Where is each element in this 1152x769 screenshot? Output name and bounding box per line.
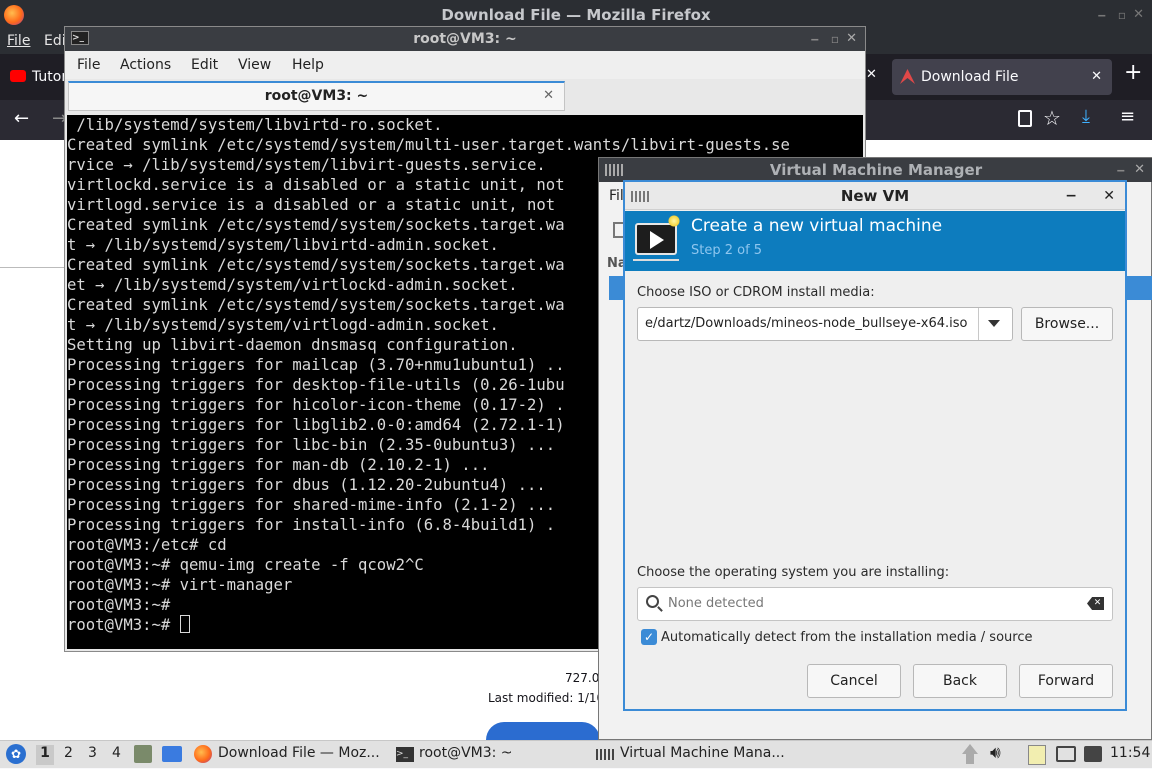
browse-button[interactable]: Browse... [1021,307,1113,341]
minimize-icon[interactable]: − [1065,182,1077,210]
file-size-text: 727.0 [565,671,600,685]
workspace-3[interactable]: 3 [88,745,97,761]
terminal-tab[interactable]: root@VM3: ~ ✕ [68,81,565,111]
back-button[interactable]: Back [913,664,1007,698]
workspace-4[interactable]: 4 [112,745,121,761]
tab-download-file[interactable]: Download File ✕ [892,59,1112,95]
new-vm-header: Create a new virtual machine Step 2 of 5 [625,211,1125,271]
clipboard-icon[interactable] [1028,745,1046,765]
vmm-app-icon [631,191,649,202]
task-label: Virtual Machine Mana... [620,745,785,761]
vmm-app-icon [596,749,616,760]
downloads-icon[interactable]: ⤓ [1082,106,1090,127]
menu-view[interactable]: View [238,57,271,73]
workspace-1[interactable]: 1 [36,745,54,765]
back-arrow-icon[interactable]: ← [14,108,29,129]
chevron-down-icon[interactable] [988,320,1000,327]
cancel-button[interactable]: Cancel [807,664,901,698]
tab-label: Download File [921,69,1019,85]
forward-button[interactable]: Forward [1019,664,1113,698]
terminal-tab-label: root@VM3: ~ [264,88,369,104]
firefox-logo-icon [194,745,212,763]
menu-edit[interactable]: Edit [191,57,218,73]
task-terminal[interactable]: >_ root@VM3: ~ [392,741,588,769]
terminal-menubar: File Actions Edit View Help [65,51,865,79]
sparkle-icon [668,215,680,227]
vmm-window-title: Virtual Machine Manager [769,161,983,179]
last-modified-text: Last modified: 1/10 [488,691,605,705]
new-tab-icon[interactable]: + [1124,60,1142,85]
tab-tutorial[interactable]: Tutor [6,59,68,95]
minimize-icon[interactable]: ‒ [1117,158,1125,182]
tab-close-icon[interactable]: ✕ [1091,59,1102,95]
install-media-path-input[interactable]: e/dartz/Downloads/mineos-node_bullseye-x… [645,316,975,331]
os-label: Choose the operating system you are inst… [637,565,950,580]
new-vm-title: New VM [840,187,910,205]
close-icon[interactable]: ✕ [1134,158,1145,182]
tab-label: Tutor [32,69,68,85]
terminal-cursor [179,615,190,633]
menu-actions[interactable]: Actions [120,57,171,73]
close-icon[interactable]: ✕ [1103,182,1115,210]
page-favicon-icon [900,69,915,84]
menu-edit[interactable]: Edi [44,33,66,49]
install-media-combobox[interactable]: e/dartz/Downloads/mineos-node_bullseye-x… [637,307,1013,341]
task-label: Download File — Moz... [218,745,380,761]
os-search-field[interactable]: None detected ✕ [637,587,1113,621]
volume-icon[interactable]: 🔊︎ [990,743,1001,763]
divider [0,267,64,268]
clock[interactable]: 11:54 [1110,745,1150,761]
vmm-titlebar: Virtual Machine Manager ‒ ✕ [599,158,1152,182]
close-icon[interactable]: ✕ [846,27,857,51]
youtube-icon [10,70,26,82]
task-label: root@VM3: ~ [419,745,513,761]
firefox-window-title: Download File — Mozilla Firefox [441,6,711,24]
bookmark-star-icon[interactable]: ☆ [1043,106,1061,130]
minimize-icon[interactable]: ‒ [1098,0,1106,30]
update-icon[interactable] [962,744,978,764]
taskbar: ✿ 1 2 3 4 Download File — Moz... >_ root… [0,740,1152,768]
vmm-app-icon [605,164,623,176]
os-search-placeholder: None detected [668,596,764,611]
reader-view-icon[interactable] [1018,110,1032,127]
terminal-window-title: root@VM3: ~ [413,31,517,47]
start-menu-icon[interactable]: ✿ [6,744,26,764]
terminal-app-icon: >_ [396,747,414,762]
network-icon[interactable] [1056,746,1076,762]
firefox-logo-icon [4,5,24,25]
maximize-icon[interactable]: ▫ [1118,0,1126,30]
menu-hamburger-icon[interactable]: ≡ [1120,106,1135,127]
new-vm-titlebar: New VM − ✕ [625,182,1125,210]
maximize-icon[interactable]: ▫ [831,27,839,51]
terminal-app-icon: >_ [71,31,89,45]
show-desktop-icon[interactable] [162,746,182,762]
task-vmm[interactable]: Virtual Machine Mana... [592,741,802,769]
download-button[interactable] [486,722,600,740]
close-icon[interactable]: ✕ [1133,0,1144,30]
terminal-prompt: root@VM3:~# [67,616,180,634]
new-vm-step-indicator: Step 2 of 5 [691,243,763,258]
install-media-label: Choose ISO or CDROM install media: [637,285,875,300]
terminal-line: Created symlink /etc/systemd/system/mult… [67,136,790,154]
new-vm-header-title: Create a new virtual machine [691,216,943,236]
keyboard-layout-icon[interactable] [1084,746,1102,762]
menu-file[interactable]: File [77,57,100,73]
minimize-icon[interactable]: ‒ [811,27,819,51]
new-vm-dialog: New VM − ✕ Create a new virtual machine … [623,180,1127,711]
terminal-line: /lib/systemd/system/libvirtd-ro.socket. [67,116,443,134]
task-firefox[interactable]: Download File — Moz... [190,741,386,769]
menu-help[interactable]: Help [292,57,324,73]
vmm-menu-file[interactable]: Fil [609,188,624,204]
autodetect-label: Automatically detect from the installati… [661,630,1033,645]
terminal-titlebar: >_ root@VM3: ~ ‒ ▫ ✕ [65,27,865,51]
file-manager-icon[interactable] [134,745,152,763]
autodetect-checkbox[interactable]: ✓ [641,629,657,645]
workspace-2[interactable]: 2 [64,745,73,761]
tab-close-icon[interactable]: ✕ [543,83,554,109]
tab-close-icon[interactable]: ✕ [866,67,877,82]
new-vm-monitor-icon [635,215,680,255]
clear-icon[interactable]: ✕ [1087,597,1104,610]
menu-file[interactable]: File [7,33,30,49]
